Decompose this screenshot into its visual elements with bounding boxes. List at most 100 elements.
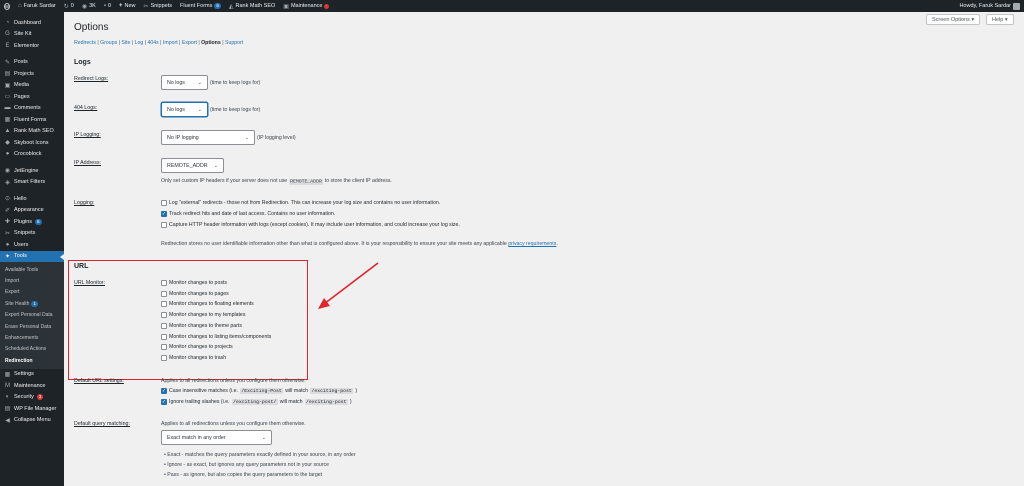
screen-options-button[interactable]: Screen Options ▾ — [926, 14, 981, 25]
submenu-item-available-tools[interactable]: Available Tools — [0, 264, 64, 275]
submenu-item-enhancements[interactable]: Enhancements — [0, 332, 64, 343]
sidebar-item-fluent-forms[interactable]: ▦ Fluent Forms — [0, 114, 64, 126]
slash-pre-text: Ignore trailing slashes (i.e. — [169, 399, 230, 405]
subnav-404s[interactable]: 404s — [147, 40, 158, 46]
sidebar-item-wp-file-manager[interactable]: ▤ WP File Manager — [0, 403, 64, 415]
sidebar-item-appearance[interactable]: ✐ Appearance — [0, 205, 64, 217]
subnav-support[interactable]: Support — [225, 40, 243, 46]
site-name-menu[interactable]: ⌂ Faruk Sardar — [14, 0, 60, 12]
case-post-text: ) — [355, 388, 358, 394]
ip-address-select[interactable]: REMOTE_ADDR ⌄ — [161, 158, 224, 173]
sidebar-item-label: Fluent Forms — [14, 116, 47, 123]
sidebar-item-snippets[interactable]: ✂ Snippets — [0, 228, 64, 240]
subnav-export[interactable]: Export — [182, 40, 197, 46]
subnav-site[interactable]: Site — [121, 40, 130, 46]
sidebar-item-rank-math-seo[interactable]: ▲ Rank Math SEO — [0, 126, 64, 138]
submenu-item-export[interactable]: Export — [0, 287, 64, 298]
elementor-icon: E — [5, 42, 10, 49]
sidebar-item-plugins[interactable]: ✚ Plugins 5 — [0, 216, 64, 228]
logging-option[interactable]: ✓ Track redirect hits and date of last ac… — [161, 211, 335, 217]
rank-math-seo-icon: ▲ — [4, 128, 11, 135]
maintenance-menu[interactable]: ▣ Maintenance — [279, 0, 333, 12]
sidebar-item-maintenance[interactable]: M Maintenance — [0, 380, 64, 392]
snippets-label: Snippets — [150, 3, 172, 9]
slash-post-text: ) — [349, 399, 352, 405]
maintenance-icon: M — [5, 382, 10, 389]
subsubsub-nav: Redirects | Groups | Site | Log | 404s |… — [74, 40, 244, 46]
sidebar-item-site-kit[interactable]: G Site Kit — [0, 29, 64, 41]
comments-menu[interactable]: ▪ 0 — [100, 0, 115, 12]
third-menu[interactable]: ◉ 3K — [78, 0, 100, 12]
sidebar-item-pages[interactable]: ▭ Pages — [0, 91, 64, 103]
submenu-item-import[interactable]: Import — [0, 275, 64, 286]
sidebar-item-posts[interactable]: ✎ Posts — [0, 57, 64, 69]
sidebar-item-elementor[interactable]: E Elementor — [0, 40, 64, 52]
account-menu[interactable]: Howdy, Faruk Sardar — [955, 0, 1024, 12]
hello-icon: ⊙ — [4, 196, 11, 203]
logging-option[interactable]: Log "external" redirects - those not fro… — [161, 200, 440, 206]
sidebar-item-skyboot-icons[interactable]: ◆ Skyboot Icons — [0, 137, 64, 149]
submenu-item-export-personal-data[interactable]: Export Personal Data — [0, 310, 64, 321]
sidebar-item-security[interactable]: ◐ Security 3 — [0, 392, 64, 404]
subnav-log[interactable]: Log — [135, 40, 144, 46]
trailing-slash-option[interactable]: ✓ Ignore trailing slashes (i.e. /excitin… — [161, 399, 352, 405]
checkbox-icon[interactable] — [161, 200, 167, 206]
sidebar-item-crocoblock[interactable]: ● Crocoblock — [0, 149, 64, 161]
sidebar-item-comments[interactable]: ▬ Comments — [0, 103, 64, 115]
sidebar-item-settings[interactable]: ▦ Settings — [0, 369, 64, 381]
subnav-import[interactable]: Import — [163, 40, 178, 46]
submenu-item-scheduled-actions[interactable]: Scheduled Actions — [0, 344, 64, 355]
dashboard-icon: ◔ — [5, 19, 10, 26]
logs404-select[interactable]: No logs ⌄ — [161, 102, 208, 117]
security-icon: ◐ — [5, 394, 10, 401]
checkbox-checked-icon[interactable]: ✓ — [161, 399, 167, 405]
privacy-requirements-link[interactable]: privacy requirements — [508, 241, 556, 247]
help-button[interactable]: Help ▾ — [986, 14, 1014, 25]
pages-icon: ▭ — [4, 94, 11, 101]
submenu-item-redirection[interactable]: Redirection — [0, 355, 64, 366]
sidebar-item-smart-filters[interactable]: ◈ Smart Filters — [0, 177, 64, 189]
home-icon: ⌂ — [18, 3, 22, 9]
comments-count: 0 — [107, 3, 112, 9]
submenu-item-label: Site Health — [5, 300, 30, 307]
snippets-icon: ✂ — [4, 230, 11, 237]
fluent-forms-label: Fluent Forms — [179, 3, 213, 9]
sidebar-item-hello[interactable]: ⊙ Hello — [0, 193, 64, 205]
query-bullet-text: Ignore - as exact, but ignores any query… — [167, 462, 330, 468]
sidebar-item-jetengine[interactable]: ◉ JetEngine — [0, 165, 64, 177]
fluent-forms-menu[interactable]: Fluent Forms 6 — [176, 0, 225, 12]
submenu-item-site-health[interactable]: Site Health 1 — [0, 298, 64, 309]
redirect-logs-select[interactable]: No logs ⌄ — [161, 75, 208, 90]
checkbox-icon[interactable] — [161, 222, 167, 228]
subnav-options[interactable]: Options — [201, 40, 221, 46]
query-matching-select[interactable]: Exact match in any order ⌄ — [161, 430, 272, 445]
sidebar-item-label: Smart Filters — [14, 179, 46, 186]
sidebar-item-tools[interactable]: ✦ Tools — [0, 250, 64, 262]
sidebar-item-media[interactable]: ▣ Media — [0, 80, 64, 92]
plugins-icon: ✚ — [4, 219, 11, 226]
subnav-groups[interactable]: Groups — [100, 40, 117, 46]
sidebar-item-label: Dashboard — [14, 19, 41, 26]
sidebar-item-projects[interactable]: ▤ Projects — [0, 68, 64, 80]
submenu-item-erase-personal-data[interactable]: Erase Personal Data — [0, 321, 64, 332]
sidebar-item-users[interactable]: ● Users — [0, 239, 64, 251]
rank-math-icon: ◭ — [228, 3, 234, 10]
sidebar-item-label: Tools — [14, 253, 27, 260]
updates-menu[interactable]: ↻ 0 — [60, 0, 78, 12]
new-content-menu[interactable]: + New — [115, 0, 140, 12]
snippets-menu[interactable]: ✂ Snippets — [140, 0, 176, 12]
sidebar-item-label: Maintenance — [14, 382, 46, 389]
checkbox-checked-icon[interactable]: ✓ — [161, 388, 167, 394]
logs404-value: No logs — [167, 106, 185, 113]
sidebar-item-dashboard[interactable]: ◔ Dashboard — [0, 17, 64, 29]
wp-logo-menu[interactable]: W — [0, 0, 14, 12]
sidebar-item-label: Users — [14, 241, 29, 248]
sidebar-menu: ◔ Dashboard G Site Kit E Elementor ✎ Posts ▤ Proj… — [0, 17, 64, 426]
sidebar-item-collapse-menu[interactable]: ◀ Collapse Menu — [0, 415, 64, 427]
logging-option[interactable]: Capture HTTP header information with log… — [161, 222, 460, 228]
rank-math-menu[interactable]: ◭ Rank Math SEO — [225, 0, 279, 12]
ip-logging-select[interactable]: No IP logging ⌄ — [161, 130, 255, 145]
subnav-redirects[interactable]: Redirects — [74, 40, 96, 46]
checkbox-checked-icon[interactable]: ✓ — [161, 211, 167, 217]
case-insensitive-option[interactable]: ✓ Case insensitive matches (i.e. /Exciti… — [161, 388, 357, 394]
